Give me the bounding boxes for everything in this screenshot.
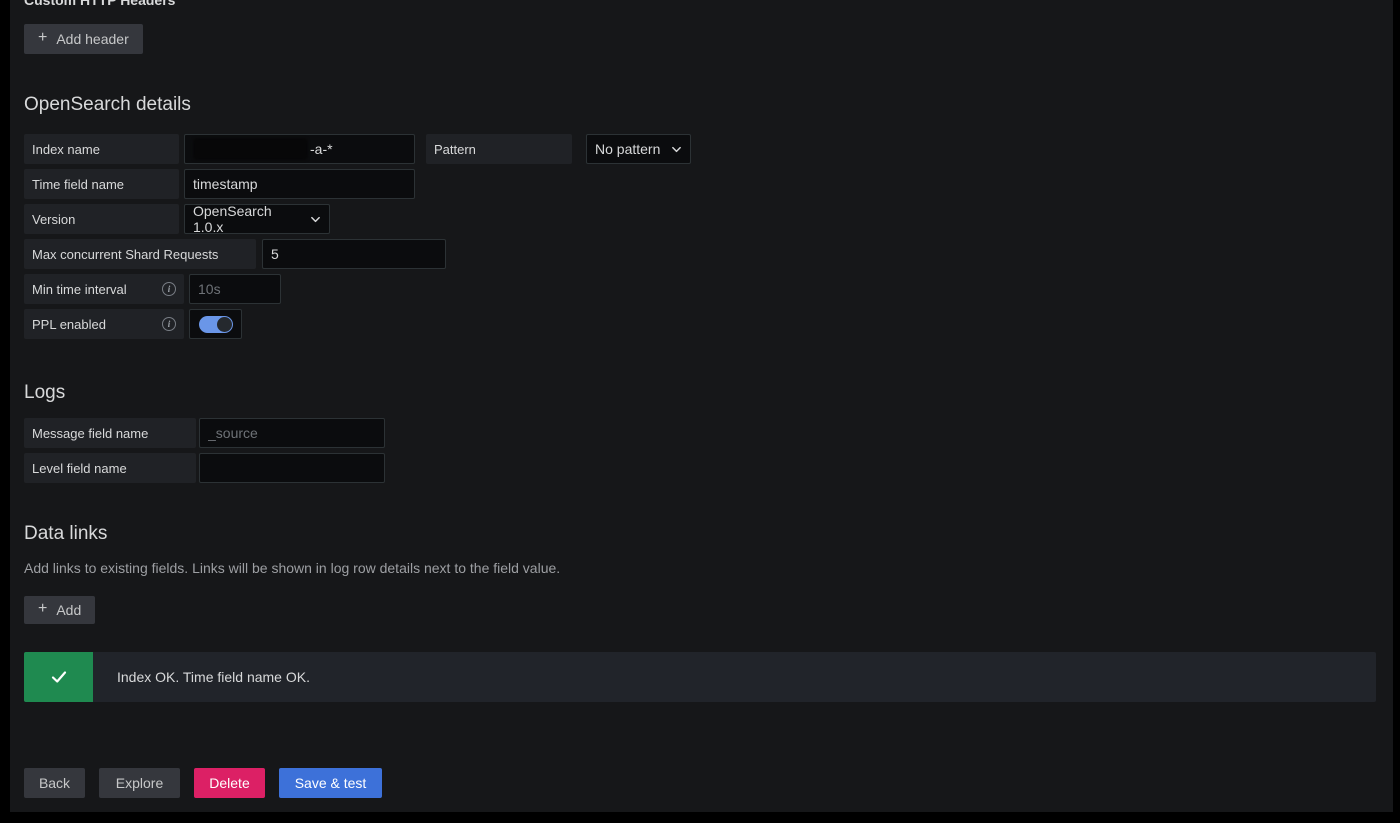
max-shard-label: Max concurrent Shard Requests (24, 239, 256, 269)
time-field-label: Time field name (24, 169, 179, 199)
checkmark-icon (50, 668, 68, 686)
plus-icon: + (38, 30, 47, 46)
message-field-label: Message field name (24, 418, 196, 448)
redacted-value (193, 138, 308, 160)
opensearch-details-title: OpenSearch details (24, 94, 1376, 116)
level-field-row: Level field name (24, 453, 1376, 483)
level-field-input[interactable] (199, 453, 385, 483)
pattern-select[interactable]: No pattern (586, 134, 691, 164)
datasource-settings-page: Custom HTTP Headers + Add header OpenSea… (10, 0, 1393, 812)
add-header-label: Add header (56, 32, 128, 46)
pattern-label: Pattern (426, 134, 572, 164)
max-shard-row: Max concurrent Shard Requests (24, 239, 1376, 269)
explore-button[interactable]: Explore (99, 768, 180, 798)
opensearch-details-form: Index name -a-* Pattern No pattern (24, 134, 1376, 339)
max-shard-input[interactable] (262, 239, 446, 269)
toggle-knob (217, 317, 232, 332)
min-interval-input[interactable] (189, 274, 281, 304)
pattern-select-value: No pattern (595, 141, 660, 157)
logs-form: Message field name Level field name (24, 418, 1376, 483)
index-name-label: Index name (24, 134, 179, 164)
message-field-input[interactable] (199, 418, 385, 448)
min-interval-row: Min time interval i (24, 274, 1376, 304)
toggle-pill (199, 316, 233, 333)
ppl-toggle[interactable] (189, 309, 242, 339)
delete-button[interactable]: Delete (194, 768, 265, 798)
alert-message: Index OK. Time field name OK. (117, 652, 310, 702)
time-field-row: Time field name (24, 169, 1376, 199)
add-data-link-label: Add (56, 603, 81, 617)
data-links-description: Add links to existing fields. Links will… (24, 560, 1376, 576)
time-field-input[interactable] (184, 169, 415, 199)
custom-http-headers-label: Custom HTTP Headers (24, 0, 1376, 8)
action-buttons: Back Explore Delete Save & test (24, 768, 1376, 798)
logs-title: Logs (24, 382, 1376, 404)
test-result-alert: Index OK. Time field name OK. (24, 652, 1376, 702)
back-button[interactable]: Back (24, 768, 85, 798)
info-icon[interactable]: i (162, 282, 176, 296)
chevron-down-icon (671, 144, 682, 155)
level-field-label: Level field name (24, 453, 196, 483)
version-select-value: OpenSearch 1.0.x (193, 203, 302, 235)
version-select[interactable]: OpenSearch 1.0.x (184, 204, 330, 234)
add-header-button[interactable]: + Add header (24, 24, 143, 54)
plus-icon: + (38, 601, 47, 617)
data-links-title: Data links (24, 523, 1376, 545)
version-label: Version (24, 204, 179, 234)
ppl-row: PPL enabled i (24, 309, 1376, 339)
ppl-label: PPL enabled i (24, 309, 184, 339)
custom-http-headers-section: Custom HTTP Headers (24, 0, 1376, 9)
save-and-test-button[interactable]: Save & test (279, 768, 382, 798)
message-field-row: Message field name (24, 418, 1376, 448)
success-icon (24, 652, 93, 702)
index-name-row: Index name -a-* Pattern No pattern (24, 134, 1376, 164)
index-name-suffix: -a-* (310, 141, 333, 157)
version-row: Version OpenSearch 1.0.x (24, 204, 1376, 234)
min-interval-label: Min time interval i (24, 274, 184, 304)
chevron-down-icon (310, 214, 321, 225)
index-name-input[interactable]: -a-* (184, 134, 415, 164)
info-icon[interactable]: i (162, 317, 176, 331)
add-data-link-button[interactable]: + Add (24, 596, 95, 624)
